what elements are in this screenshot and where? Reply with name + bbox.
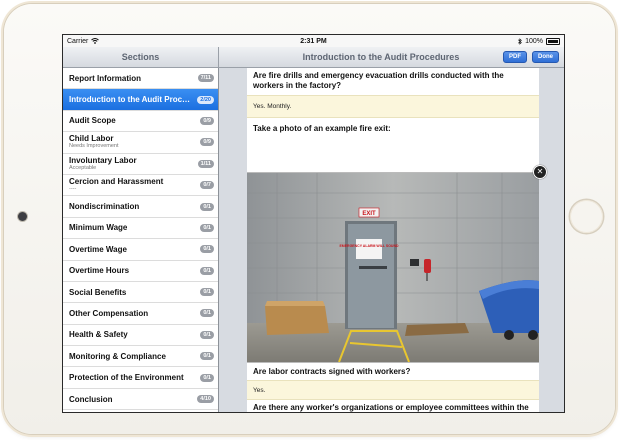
- exit-sign: EXIT: [362, 211, 376, 217]
- ipad-frame: Carrier 2:31 PM 100% Sections Introducti…: [4, 4, 615, 434]
- progress-badge: 2/20: [197, 95, 214, 104]
- section-item-nondiscrimination[interactable]: Nondiscrimination 0/1: [63, 196, 218, 218]
- sidebar-header: Sections: [63, 47, 219, 68]
- section-label: Overtime Hours: [69, 266, 130, 276]
- section-label: Report Information: [69, 73, 141, 83]
- section-label: Introduction to the Audit Procedures: [69, 95, 193, 105]
- question-fire-exit-photo: Take a photo of an example fire exit:: [253, 124, 391, 133]
- section-item-social-benefits[interactable]: Social Benefits 0/1: [63, 282, 218, 304]
- progress-badge: 1/11: [197, 159, 214, 168]
- question-form: Are fire drills and emergency evacuation…: [247, 68, 547, 412]
- page-title: Introduction to the Audit Procedures: [302, 52, 460, 62]
- progress-badge: 0/1: [200, 202, 214, 211]
- section-label: Minimum Wage: [69, 223, 128, 233]
- section-item-introduction[interactable]: Introduction to the Audit Procedures 2/2…: [63, 89, 218, 111]
- progress-badge: 4/10: [197, 395, 214, 404]
- camera-icon: [18, 212, 27, 221]
- section-label: Monitoring & Compliance: [69, 351, 166, 361]
- section-label: Cercion and Harassment: [69, 177, 164, 187]
- question-fire-drills: Are fire drills and emergency evacuation…: [253, 71, 504, 90]
- section-label: Health & Safety: [69, 330, 128, 340]
- section-rating: Needs Improvement: [69, 143, 119, 150]
- detail-header: Introduction to the Audit Procedures PDF…: [219, 47, 564, 68]
- carrier-label: Carrier: [67, 37, 89, 45]
- wifi-icon: [91, 38, 100, 44]
- section-item-involuntary-labor[interactable]: Involuntary Labor Acceptable 1/11: [63, 154, 218, 175]
- close-icon[interactable]: ✕: [533, 165, 547, 179]
- section-label: Other Compensation: [69, 308, 149, 318]
- status-time: 2:31 PM: [300, 37, 327, 45]
- home-button[interactable]: [570, 200, 603, 233]
- section-item-report-information[interactable]: Report Information 7/11: [63, 68, 218, 90]
- section-item-coercion-harassment[interactable]: Cercion and Harassment ---- 0/7: [63, 175, 218, 197]
- section-item-environment[interactable]: Protection of the Environment 0/1: [63, 367, 218, 389]
- section-label: Protection of the Environment: [69, 373, 184, 383]
- fire-exit-image: EMERGENCY ALARM WILL SOUND EXIT: [247, 173, 539, 362]
- progress-badge: 0/9: [200, 116, 214, 125]
- section-label: Overtime Wage: [69, 244, 127, 254]
- progress-badge: 0/9: [200, 138, 214, 147]
- section-item-conclusion[interactable]: Conclusion 4/10: [63, 389, 218, 411]
- section-label: Conclusion: [69, 394, 113, 404]
- answer-field[interactable]: Yes. Monthly.: [247, 95, 539, 118]
- question-labor-contracts: Are labor contracts signed with workers?: [253, 367, 411, 376]
- progress-badge: 7/11: [197, 74, 214, 83]
- app-screen: Carrier 2:31 PM 100% Sections Introducti…: [62, 34, 565, 413]
- section-label: Involuntary Labor: [69, 155, 137, 165]
- section-rating: Acceptable: [69, 164, 97, 171]
- section-label: Social Benefits: [69, 287, 127, 297]
- progress-badge: 0/1: [200, 309, 214, 318]
- bluetooth-icon: [518, 37, 522, 45]
- section-item-monitoring-compliance[interactable]: Monitoring & Compliance 0/1: [63, 346, 218, 368]
- detail-pane: Are fire drills and emergency evacuation…: [219, 68, 564, 412]
- battery-icon: [546, 37, 560, 45]
- sections-list: Report Information 7/11 Introduction to …: [63, 68, 219, 412]
- progress-badge: 0/1: [200, 330, 214, 339]
- section-rating: ----: [69, 186, 77, 193]
- status-right: 100%: [518, 37, 560, 45]
- section-item-audit-scope[interactable]: Audit Scope 0/9: [63, 111, 218, 133]
- pdf-button[interactable]: PDF: [503, 51, 527, 63]
- emergency-door-sign: EMERGENCY ALARM WILL SOUND: [339, 244, 399, 248]
- progress-badge: 0/1: [200, 245, 214, 254]
- progress-badge: 0/1: [200, 352, 214, 361]
- status-bar: Carrier 2:31 PM 100%: [63, 35, 564, 47]
- section-item-overtime-wage[interactable]: Overtime Wage 0/1: [63, 239, 218, 261]
- section-item-overtime-hours[interactable]: Overtime Hours 0/1: [63, 261, 218, 282]
- section-label: Child Labor: [69, 134, 114, 144]
- sidebar-title: Sections: [121, 52, 160, 62]
- answer-field[interactable]: Yes.: [247, 380, 539, 400]
- section-item-minimum-wage[interactable]: Minimum Wage 0/1: [63, 218, 218, 240]
- section-item-other-compensation[interactable]: Other Compensation 0/1: [63, 303, 218, 325]
- section-label: Nondiscrimination: [69, 202, 140, 212]
- status-left: Carrier: [67, 37, 100, 45]
- progress-badge: 0/1: [200, 288, 214, 297]
- question-worker-organizations: Are there any worker's organizations or …: [253, 403, 529, 412]
- progress-badge: 0/7: [200, 181, 214, 190]
- section-label: Audit Scope: [69, 116, 116, 126]
- battery-percent: 100%: [525, 37, 543, 45]
- section-item-child-labor[interactable]: Child Labor Needs Improvement 0/9: [63, 132, 218, 154]
- section-item-health-safety[interactable]: Health & Safety 0/1: [63, 325, 218, 347]
- progress-badge: 0/1: [200, 223, 214, 232]
- progress-badge: 0/1: [200, 373, 214, 382]
- fire-exit-photo[interactable]: EMERGENCY ALARM WILL SOUND EXIT: [247, 172, 539, 363]
- done-button[interactable]: Done: [532, 51, 559, 63]
- progress-badge: 0/1: [200, 266, 214, 275]
